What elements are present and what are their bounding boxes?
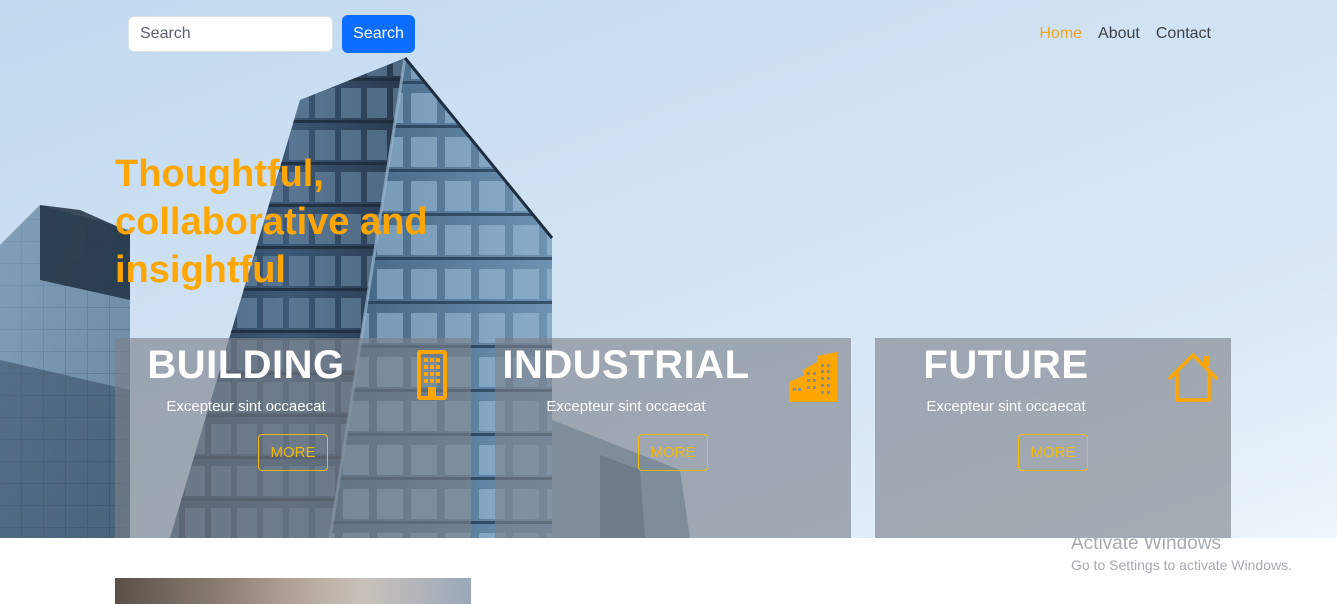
section-image: [115, 578, 471, 604]
page: Search Home About Contact Thoughtful, co…: [0, 0, 1337, 604]
nav-link-home[interactable]: Home: [1039, 24, 1082, 44]
card-title: INDUSTRIAL: [502, 343, 750, 387]
card-future: FUTURE Excepteur sint occaecat MORE: [875, 338, 1231, 538]
card-subtitle: Excepteur sint occaecat: [546, 398, 706, 415]
activate-windows-subtitle: Go to Settings to activate Windows.: [1071, 557, 1292, 573]
more-button[interactable]: MORE: [1018, 434, 1088, 471]
card-title: FUTURE: [923, 343, 1089, 387]
nav-link-about[interactable]: About: [1098, 24, 1140, 44]
more-button[interactable]: MORE: [638, 434, 708, 471]
card-subtitle: Excepteur sint occaecat: [926, 398, 1086, 415]
card-subtitle: Excepteur sint occaecat: [166, 398, 326, 415]
nav-link-contact[interactable]: Contact: [1156, 24, 1211, 44]
building-icon: [417, 350, 447, 400]
hero-headline: Thoughtful, collaborative and insightful: [115, 153, 428, 291]
card-building: BUILDING Excepteur sint occaecat MORE: [115, 338, 471, 538]
factory-icon: [789, 352, 837, 402]
search-button[interactable]: Search: [342, 15, 415, 53]
card-title: BUILDING: [147, 343, 345, 387]
home-icon: [1168, 353, 1218, 402]
activate-windows-title: Activate Windows: [1071, 533, 1221, 554]
card-industrial: INDUSTRIAL Excepteur sint occaecat MORE: [495, 338, 851, 538]
more-button[interactable]: MORE: [258, 434, 328, 471]
search-input[interactable]: [128, 16, 333, 52]
main-nav: Home About Contact: [1039, 24, 1211, 44]
